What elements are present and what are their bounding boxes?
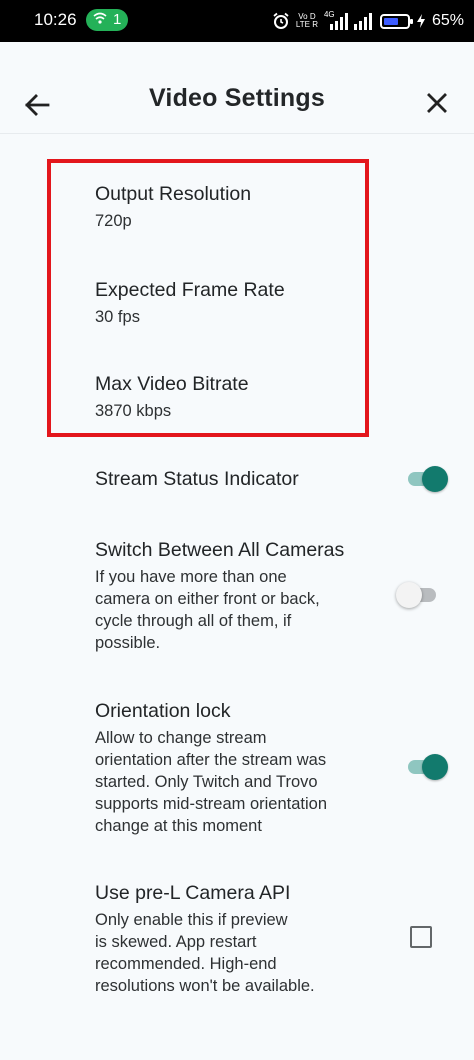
- battery-fill: [383, 17, 398, 25]
- alarm-icon: [273, 12, 289, 29]
- page-title: Video Settings: [149, 84, 325, 112]
- switch-cameras-toggle[interactable]: [396, 580, 440, 610]
- status-bar: 10:26 1 Vo D LTE R 4G 65%: [0, 0, 474, 42]
- volte-indicator: Vo D LTE R: [295, 12, 318, 29]
- pre-l-camera-summary-line: recommended. High-end: [95, 955, 277, 973]
- switch-cameras-summary-line: camera on either front or back,: [95, 590, 320, 608]
- pre-l-camera-summary-line: Only enable this if preview: [95, 911, 288, 929]
- close-button[interactable]: [422, 88, 452, 118]
- switch-cameras-summary-line: If you have more than one: [95, 568, 287, 586]
- orientation-lock-toggle[interactable]: [404, 752, 448, 782]
- status-icons: Vo D LTE R 4G 65%: [272, 8, 464, 34]
- output-resolution-value: 720p: [95, 212, 132, 230]
- orientation-lock-summary-line: supports mid-stream orientation: [95, 795, 328, 813]
- video-bitrate-value: 3870 kbps: [95, 402, 172, 420]
- orientation-lock-summary-line: started. Only Twitch and Trovo: [95, 773, 318, 791]
- frame-rate-title: Expected Frame Rate: [95, 279, 285, 301]
- signal-indicator-1: 4G: [324, 11, 348, 30]
- pre-l-camera-title: Use pre-L Camera API: [95, 882, 291, 904]
- switch-cameras-summary-line: cycle through all of them, if: [95, 612, 292, 630]
- frame-rate-value: 30 fps: [95, 308, 140, 326]
- hotspot-icon: [93, 12, 107, 24]
- pre-l-camera-checkbox[interactable]: [410, 926, 432, 948]
- switch-cameras-title: Switch Between All Cameras: [95, 539, 345, 561]
- close-icon: [427, 93, 447, 113]
- switch-cameras-summary-line: possible.: [95, 634, 161, 652]
- signal-icon: [329, 13, 348, 30]
- orientation-lock-summary-line: change at this moment: [95, 817, 262, 835]
- signal-icon-2: [353, 13, 372, 30]
- stream-status-toggle[interactable]: [404, 464, 448, 494]
- battery-icon: [379, 13, 413, 29]
- charging-icon: [416, 14, 425, 28]
- hotspot-count: 1: [113, 11, 122, 28]
- pre-l-camera-summary-line: resolutions won't be available.: [95, 977, 315, 995]
- orientation-lock-title: Orientation lock: [95, 700, 231, 722]
- output-resolution-title: Output Resolution: [95, 183, 252, 205]
- app-bar: Video Settings: [0, 42, 474, 134]
- video-bitrate-title: Max Video Bitrate: [95, 373, 249, 395]
- app-bar-divider: [0, 133, 474, 134]
- hotspot-indicator: 1: [86, 9, 128, 31]
- pre-l-camera-summary-line: is skewed. App restart: [95, 933, 257, 951]
- stream-status-title: Stream Status Indicator: [95, 468, 299, 490]
- orientation-lock-summary-line: orientation after the stream was: [95, 751, 327, 769]
- status-time: 10:26: [34, 10, 77, 29]
- battery-percent: 65%: [431, 12, 464, 29]
- orientation-lock-summary-line: Allow to change stream: [95, 729, 267, 747]
